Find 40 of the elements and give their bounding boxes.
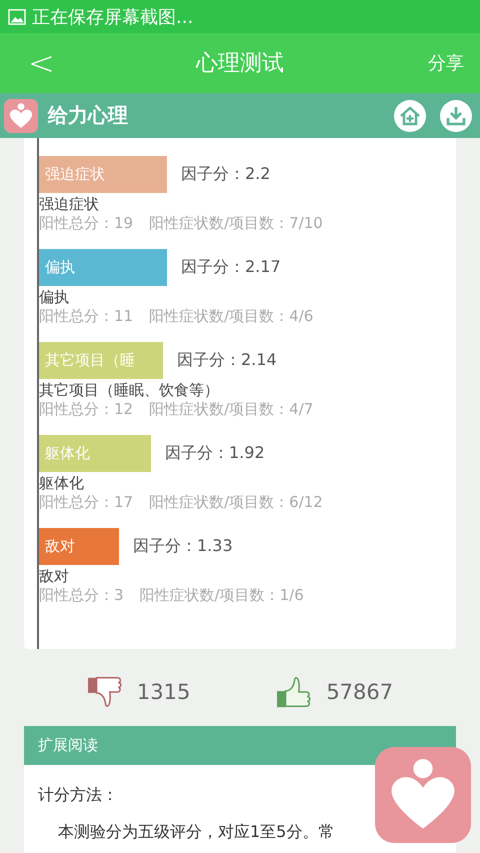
factor-bar: 躯体化 (39, 435, 151, 472)
symptom-ratio: 阳性症状数/项目数：6/12 (149, 493, 323, 512)
heart-logo-icon (4, 98, 38, 132)
heart-logo-icon[interactable] (375, 747, 471, 843)
factor-score: 因子分：1.92 (165, 443, 265, 464)
dislike-count: 1315 (136, 680, 190, 704)
positive-total: 阳性总分：3 (39, 586, 124, 605)
section-header: 扩展阅读 (24, 726, 456, 765)
factor-score: 因子分：2.14 (177, 350, 277, 371)
like-count: 57867 (326, 680, 394, 704)
symptom-ratio: 阳性症状数/项目数：4/6 (149, 307, 314, 326)
positive-total: 阳性总分：12 (39, 400, 134, 419)
symptom-ratio: 阳性症状数/项目数：4/7 (149, 400, 314, 419)
factor-bar: 强迫症状 (39, 156, 167, 193)
factor-name: 躯体化 (39, 474, 85, 493)
factor-score: 因子分：2.2 (181, 164, 270, 185)
factor-score: 因子分：2.17 (181, 257, 281, 278)
factor-name: 敌对 (39, 567, 70, 586)
symptom-ratio: 阳性症状数/项目数：7/10 (149, 214, 323, 233)
factor-bar: 敌对 (39, 528, 119, 565)
factor-bar: 偏执 (39, 249, 167, 286)
home-icon[interactable] (394, 100, 426, 132)
section-heading: 计分方法： (38, 785, 119, 806)
image-icon (8, 8, 26, 24)
positive-total: 阳性总分：17 (39, 493, 134, 512)
symptom-ratio: 阳性症状数/项目数：1/6 (140, 586, 304, 605)
app-title: 给力心理 (48, 102, 129, 129)
factor-score: 因子分：1.33 (133, 536, 233, 557)
paragraph: 本测验分为五级评分，对应1至5分。常 (57, 822, 336, 843)
back-button[interactable]: < (0, 44, 55, 82)
positive-total: 阳性总分：11 (39, 307, 134, 326)
status-text: 正在保存屏幕截图... (32, 6, 194, 28)
page-title: 心理测试 (196, 50, 284, 78)
factor-name: 其它项目（睡眠、饮食等） (39, 381, 220, 400)
factor-name: 强迫症状 (39, 195, 100, 214)
positive-total: 阳性总分：19 (39, 214, 134, 233)
factor-name: 偏执 (39, 288, 70, 307)
share-button[interactable]: 分享 (428, 51, 480, 75)
factor-bar: 其它项目（睡 (39, 342, 163, 379)
download-icon[interactable] (440, 100, 472, 132)
